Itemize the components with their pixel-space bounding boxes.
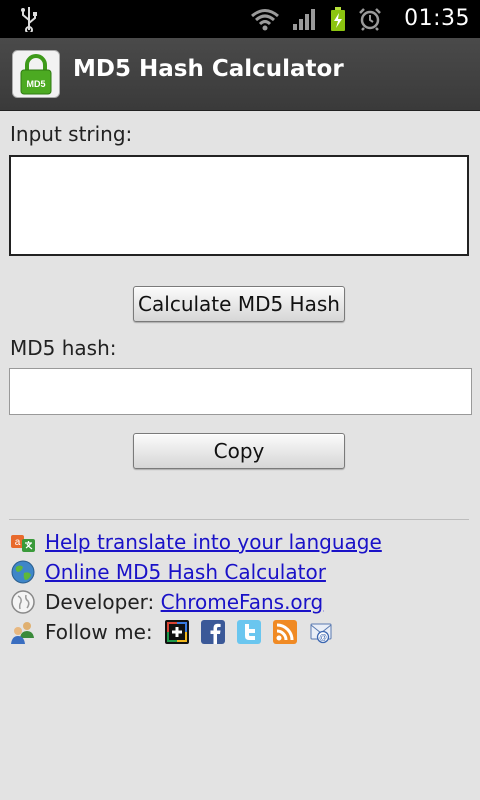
app-title: MD5 Hash Calculator — [73, 56, 344, 82]
people-icon — [11, 622, 34, 644]
developer-prefix: Developer: — [45, 590, 161, 614]
google-plus-icon[interactable] — [164, 620, 189, 644]
follow-label: Follow me: — [45, 620, 153, 644]
svg-text:@: @ — [319, 633, 327, 642]
input-string-field[interactable] — [9, 155, 469, 256]
status-bar: 01:35 — [0, 0, 480, 38]
twitter-icon[interactable] — [236, 620, 261, 644]
translate-link[interactable]: Help translate into your language — [45, 530, 382, 554]
signal-icon — [293, 9, 315, 30]
online-calculator-link[interactable]: Online MD5 Hash Calculator — [45, 560, 326, 584]
translate-icon: a — [11, 535, 35, 552]
app-lock-icon: MD5 — [12, 50, 60, 98]
developer-row: Developer: ChromeFans.org — [10, 589, 323, 615]
status-time: 01:35 — [404, 6, 470, 31]
developer-link[interactable]: ChromeFans.org — [161, 590, 324, 614]
usb-icon — [21, 7, 37, 32]
online-row: Online MD5 Hash Calculator — [10, 559, 326, 585]
title-bar: MD5 MD5 Hash Calculator — [0, 38, 480, 111]
app-icon-label: MD5 — [26, 79, 45, 89]
translate-row: a Help translate into your language — [10, 529, 382, 555]
copy-button[interactable]: Copy — [133, 433, 345, 469]
battery-charging-icon — [331, 7, 345, 31]
wifi-icon — [251, 9, 279, 31]
input-label: Input string: — [10, 122, 133, 146]
email-icon[interactable]: @ — [309, 620, 333, 644]
alarm-icon — [359, 8, 381, 31]
rss-icon[interactable] — [272, 620, 297, 644]
divider — [9, 519, 469, 520]
svg-text:a: a — [15, 537, 21, 548]
web-icon — [11, 590, 35, 614]
globe-icon — [11, 560, 35, 584]
md5-hash-field[interactable] — [9, 368, 472, 415]
calculate-md5-button[interactable]: Calculate MD5 Hash — [133, 286, 345, 322]
follow-row: Follow me: @ — [10, 619, 333, 645]
hash-label: MD5 hash: — [10, 336, 117, 360]
facebook-icon[interactable] — [200, 620, 225, 644]
